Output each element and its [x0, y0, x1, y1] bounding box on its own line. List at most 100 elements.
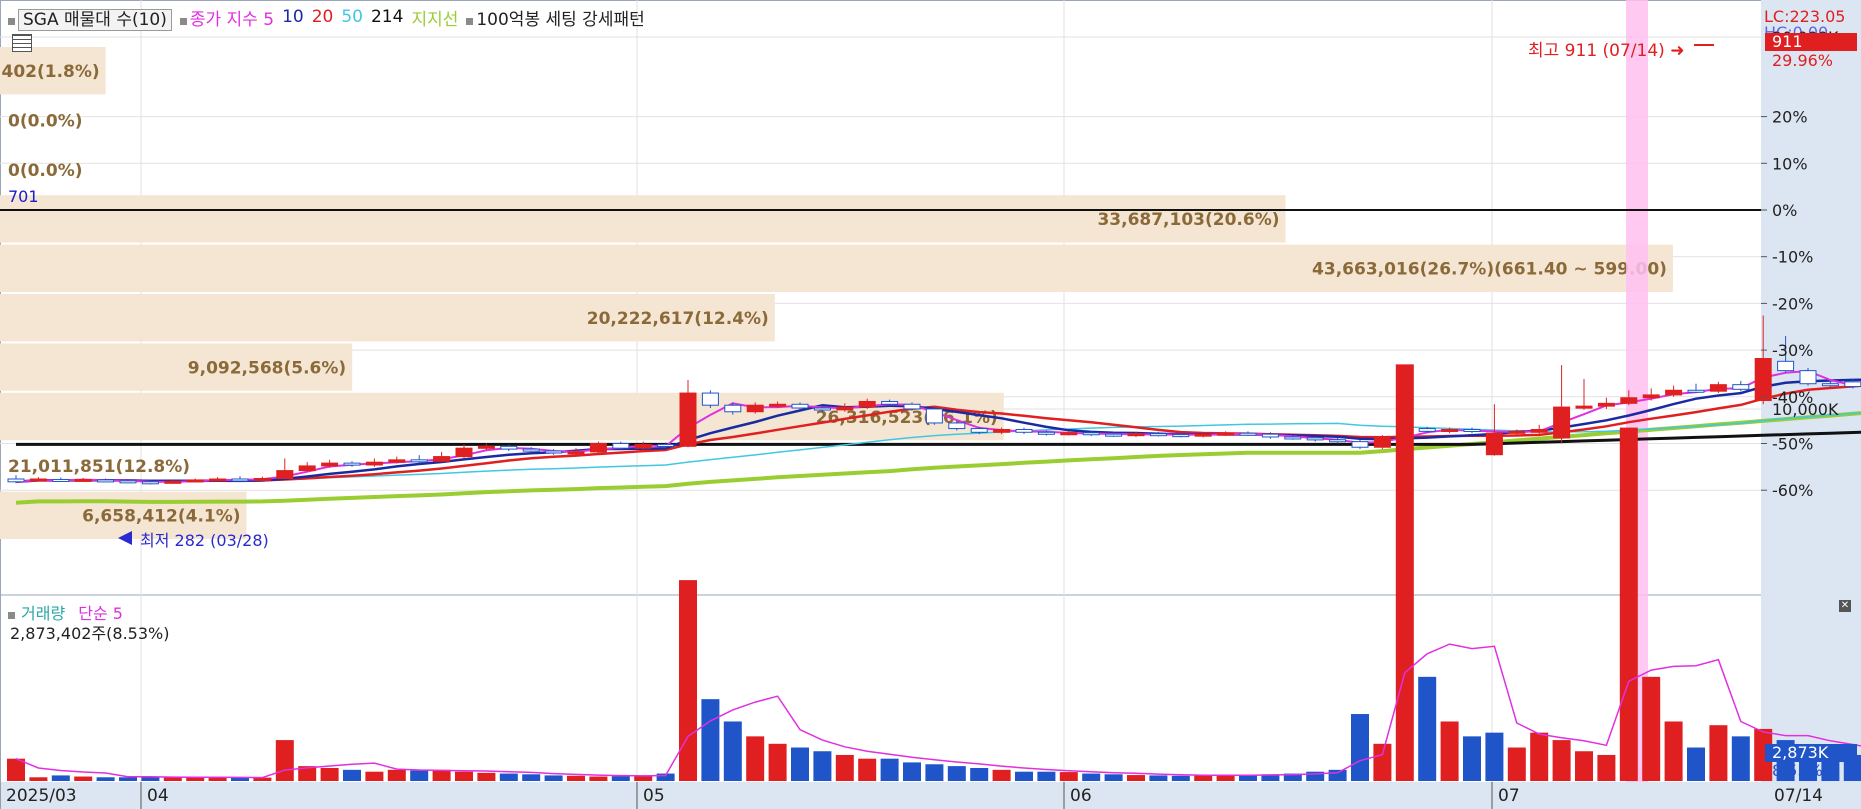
candle-down [724, 404, 742, 413]
candle-down [1418, 428, 1436, 432]
candle-up [209, 478, 227, 482]
volume-bar [1328, 769, 1347, 781]
volume-bar [1351, 714, 1369, 781]
volume-bar [544, 775, 563, 781]
candle-down [657, 443, 675, 447]
max-price-text: 최고 911 (07/14) [1528, 41, 1665, 61]
volume-bar [1687, 747, 1705, 781]
volume-bar [1731, 736, 1750, 781]
candle-down [141, 481, 159, 485]
candle-down [1351, 441, 1369, 448]
legend-box-icon [8, 17, 15, 25]
candle-up [433, 456, 451, 462]
legend-pattern[interactable]: 100억봉 세팅 강세패턴 [476, 10, 644, 30]
volume-bar [746, 736, 765, 781]
volume-bar [387, 769, 406, 781]
candle-up [1530, 428, 1548, 433]
volume-bar [231, 778, 249, 781]
volume-tick-label: 10,000K [1772, 400, 1839, 419]
volume-bar [1507, 747, 1526, 781]
volume-bar [1664, 721, 1683, 781]
candle-down [1082, 432, 1100, 436]
profile-label: 33,687,103(20.6%) [1097, 210, 1279, 230]
candle-down [1037, 431, 1055, 435]
profile-label: 0(0.0%) [8, 111, 83, 131]
candle-up [1060, 432, 1078, 436]
current-volume-pct: 8.53% [1772, 761, 1823, 780]
candle-up [1620, 397, 1638, 404]
legend-ma214[interactable]: 214 [371, 7, 403, 27]
volume-bar [1485, 732, 1504, 781]
profile-label: 9,092,568(5.6%) [188, 358, 346, 378]
candle-down [1015, 428, 1033, 433]
candle-up [1127, 433, 1145, 437]
profile-bar [0, 195, 1286, 243]
y-tick-label: -60% [1772, 481, 1813, 500]
candle-up [679, 392, 697, 447]
candle-down [970, 428, 988, 433]
volume-bar [1642, 676, 1661, 781]
candle-up [769, 403, 787, 407]
volume-bar [679, 580, 697, 781]
y-tick-label: -30% [1772, 341, 1813, 360]
profile-label: 6,658,412(4.1%) [82, 507, 240, 527]
candle-down [1172, 434, 1190, 438]
volume-bar [992, 769, 1011, 781]
legend-ma5[interactable]: 5 [263, 10, 274, 30]
volume-bar [768, 743, 787, 781]
candle-down [522, 448, 540, 452]
candle-down [1149, 433, 1167, 437]
candle-down [1799, 370, 1817, 385]
candle-up [1441, 428, 1459, 432]
candle-down [231, 478, 249, 482]
candle-up [1508, 430, 1526, 434]
indicator-title-button[interactable]: SGA 매물대 수(10) [18, 8, 172, 31]
candle-down [903, 403, 921, 410]
legend-close-index[interactable]: 종가 지수 [190, 10, 258, 30]
candle-down [881, 400, 899, 405]
candle-down [1732, 384, 1750, 390]
candle-up [836, 406, 854, 411]
legend-ma10[interactable]: 10 [282, 7, 304, 27]
volume-bar [1395, 364, 1414, 781]
volume-bar [343, 769, 361, 781]
x-tick-label: 06 [1070, 786, 1092, 806]
profile-label: 2,873,402(1.8%) [0, 62, 100, 82]
candle-up [1709, 384, 1727, 392]
legend-ma50[interactable]: 50 [341, 7, 363, 27]
volume-bar [320, 767, 339, 781]
legend-support[interactable]: 지지선 [411, 5, 458, 30]
y-tick-label: 10% [1772, 154, 1808, 173]
volume-bar [1149, 775, 1168, 781]
candle-up [477, 445, 495, 449]
candle-up [567, 451, 585, 455]
volume-bar [1597, 754, 1616, 781]
candle-down [500, 445, 518, 450]
legend-box-icon [179, 17, 187, 25]
candle-down [1239, 432, 1257, 436]
candle-down [1463, 428, 1481, 432]
stock-chart[interactable]: 2,873,402(1.8%) 0(0.0%) 0(0.0%) 33,687,103(… [0, 0, 1861, 809]
candle-down [925, 408, 943, 424]
candle-up [164, 480, 182, 484]
volume-current-label: 2,873,402주(8.53%) [10, 624, 170, 643]
volume-bar [701, 699, 720, 781]
close-pane-icon[interactable]: ✕ [1839, 600, 1851, 612]
table-icon[interactable] [12, 34, 32, 52]
legend-ma20[interactable]: 20 [312, 7, 334, 27]
candle-down [948, 422, 966, 430]
volume-profile: 2,873,402(1.8%) 0(0.0%) 0(0.0%) 33,687,103(… [0, 47, 1673, 539]
candle-up [298, 465, 316, 472]
current-price-tag: 911 [1772, 32, 1803, 51]
candle-down [701, 392, 719, 406]
volume-bar [1171, 775, 1190, 781]
candle-up [1485, 432, 1503, 456]
profile-label: 0(0.0%) [8, 161, 83, 181]
candle-up [455, 447, 473, 458]
volume-bar [723, 721, 742, 781]
candle-down [545, 450, 563, 454]
volume-bar [1575, 751, 1593, 781]
candle-up [253, 478, 271, 482]
volume-bar [589, 776, 608, 781]
volume-bar [208, 777, 227, 781]
